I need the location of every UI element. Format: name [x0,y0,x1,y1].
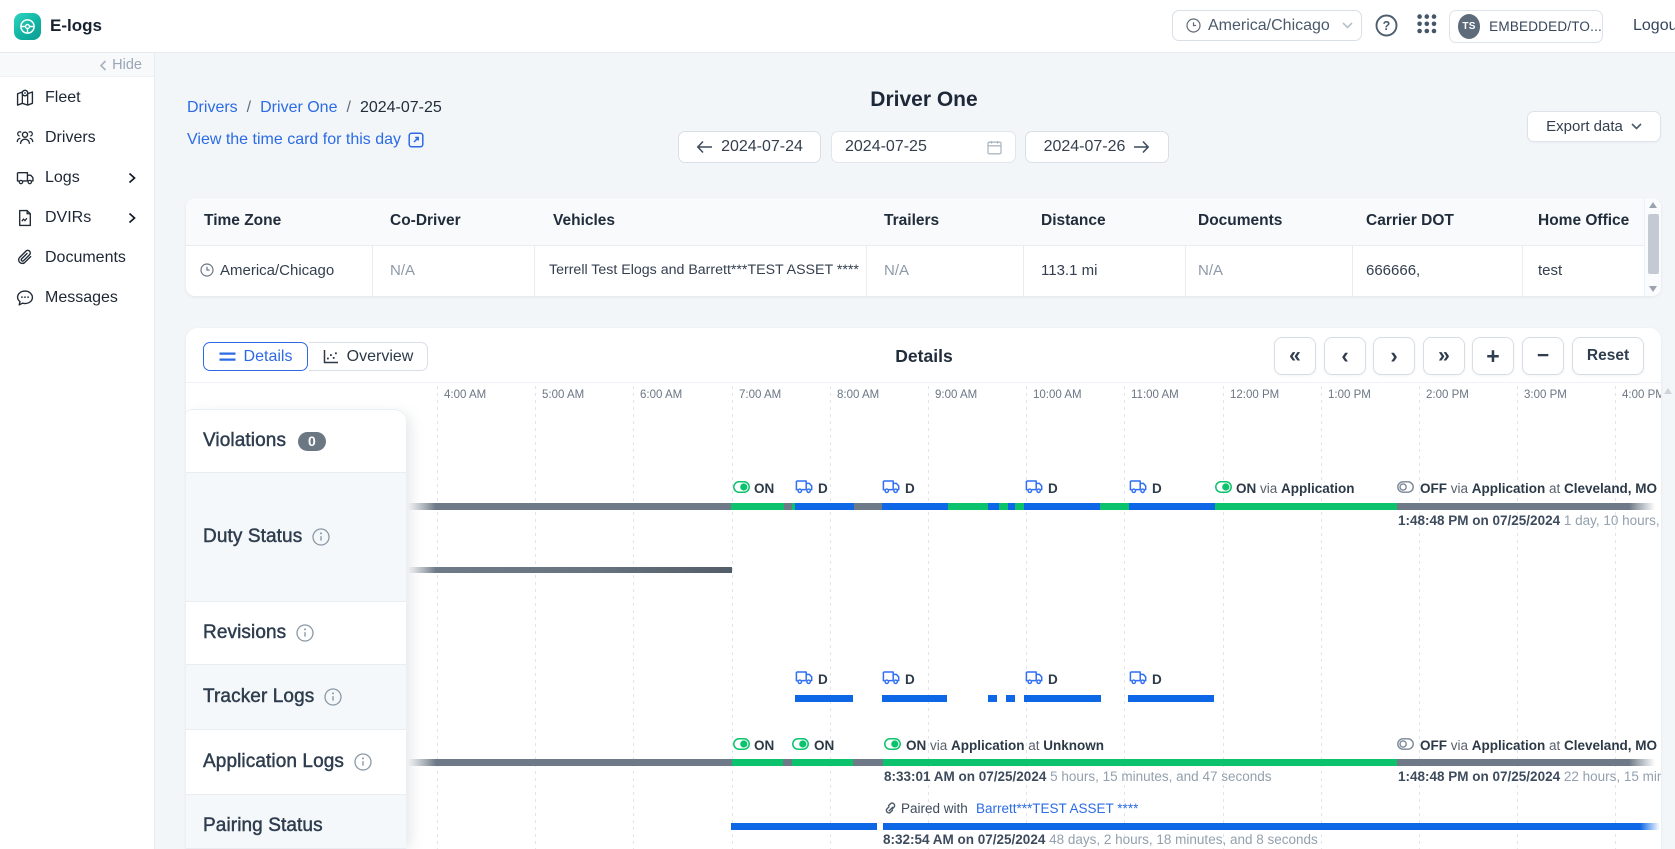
svg-text:?: ? [1383,19,1391,33]
